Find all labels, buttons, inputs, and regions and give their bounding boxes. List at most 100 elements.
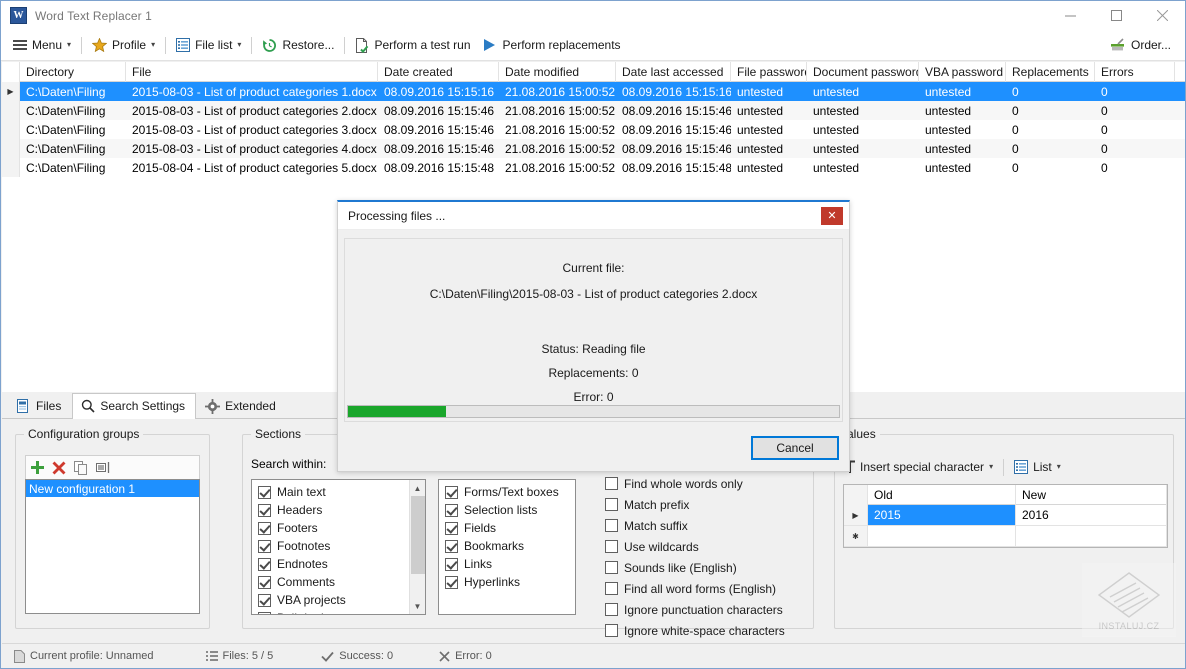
replacement-values-table[interactable]: Old New ▶ 2015 2016 ✱: [843, 484, 1168, 548]
checkbox-icon[interactable]: [605, 477, 618, 490]
checkbox-icon[interactable]: [258, 557, 271, 571]
column-header-date-created[interactable]: Date created: [378, 62, 499, 82]
search-option-0[interactable]: Find whole words only: [605, 473, 805, 494]
checkbox-icon[interactable]: [605, 540, 618, 553]
toolbar-profile-button[interactable]: Profile ▾: [86, 33, 161, 58]
column-header-new[interactable]: New: [1016, 485, 1167, 505]
toolbar-order-button[interactable]: Order...: [1104, 33, 1177, 58]
section-checkbox-a-1[interactable]: Headers: [252, 501, 408, 519]
values-cell-new[interactable]: 2016: [1016, 505, 1167, 525]
toolbar-file-list-button[interactable]: File list ▾: [170, 33, 247, 58]
search-option-5[interactable]: Find all word forms (English): [605, 578, 805, 599]
insert-special-character-button[interactable]: Insert special character ▾: [843, 455, 999, 480]
configuration-groups-list[interactable]: New configuration 1: [25, 479, 200, 614]
column-header-old[interactable]: Old: [868, 485, 1016, 505]
column-header-document-password[interactable]: Document password: [807, 62, 919, 82]
values-cell-old[interactable]: [868, 526, 1016, 546]
section-checkbox-b-5[interactable]: Hyperlinks: [439, 573, 575, 591]
delete-icon[interactable]: [48, 457, 70, 479]
scroll-up-icon[interactable]: ▲: [410, 480, 426, 496]
rename-icon[interactable]: [92, 457, 114, 479]
minimize-button[interactable]: [1047, 1, 1093, 30]
scrollbar-thumb[interactable]: [411, 496, 425, 574]
toolbar-perform-replacements-button[interactable]: Perform replacements: [477, 33, 627, 58]
checkbox-icon[interactable]: [258, 521, 271, 535]
column-header-replacements[interactable]: Replacements: [1006, 62, 1095, 82]
column-header-directory[interactable]: Directory: [20, 62, 126, 82]
checkbox-icon[interactable]: [445, 485, 458, 499]
search-option-7[interactable]: Ignore white-space characters: [605, 620, 805, 641]
checkbox-icon[interactable]: [258, 503, 271, 517]
close-button[interactable]: [1139, 1, 1185, 30]
section-checkbox-a-4[interactable]: Endnotes: [252, 555, 408, 573]
section-checkbox-a-6[interactable]: VBA projects: [252, 591, 408, 609]
search-option-3[interactable]: Use wildcards: [605, 536, 805, 557]
add-icon[interactable]: [26, 457, 48, 479]
section-checkbox-b-4[interactable]: Links: [439, 555, 575, 573]
checkbox-icon[interactable]: [445, 557, 458, 571]
toolbar-menu-button[interactable]: Menu ▾: [7, 33, 77, 58]
section-checkbox-a-7[interactable]: Built-in document prope: [252, 609, 408, 614]
values-cell-new[interactable]: [1016, 526, 1167, 546]
checkbox-icon[interactable]: [605, 624, 618, 637]
search-option-4[interactable]: Sounds like (English): [605, 557, 805, 578]
search-option-6[interactable]: Ignore punctuation characters: [605, 599, 805, 620]
checkbox-icon[interactable]: [605, 561, 618, 574]
table-cell: 08.09.2016 15:15:48: [384, 160, 495, 175]
table-row[interactable]: C:\Daten\Filing 2015-08-03 - List of prod…: [2, 101, 1185, 120]
checkbox-icon[interactable]: [258, 593, 271, 607]
column-header-errors[interactable]: Errors: [1095, 62, 1175, 82]
copy-icon[interactable]: [70, 457, 92, 479]
values-table-row[interactable]: ▶ 2015 2016: [844, 505, 1167, 526]
checkbox-icon[interactable]: [258, 539, 271, 553]
tab-files[interactable]: Files: [8, 393, 72, 418]
table-row[interactable]: C:\Daten\Filing 2015-08-04 - List of prod…: [2, 158, 1185, 177]
section-checkbox-b-2[interactable]: Fields: [439, 519, 575, 537]
tab-extended[interactable]: Extended: [196, 393, 287, 418]
maximize-button[interactable]: [1093, 1, 1139, 30]
checkbox-icon[interactable]: [605, 582, 618, 595]
search-option-2[interactable]: Match suffix: [605, 515, 805, 536]
checkbox-icon[interactable]: [258, 485, 271, 499]
scroll-down-icon[interactable]: ▼: [410, 598, 426, 614]
checkbox-icon[interactable]: [445, 539, 458, 553]
table-row[interactable]: C:\Daten\Filing 2015-08-03 - List of prod…: [2, 139, 1185, 158]
column-header-date-last-accessed[interactable]: Date last accessed: [616, 62, 731, 82]
checkbox-icon[interactable]: [258, 611, 271, 614]
column-header-date-modified[interactable]: Date modified: [499, 62, 616, 82]
cancel-button[interactable]: Cancel: [751, 436, 839, 460]
list-item[interactable]: New configuration 1: [26, 480, 199, 497]
values-cell-old[interactable]: 2015: [868, 505, 1016, 525]
checkbox-icon[interactable]: [445, 503, 458, 517]
section-checkbox-a-5[interactable]: Comments: [252, 573, 408, 591]
sections-checklist-1[interactable]: Main text Headers Footers Footnotes Endnotes…: [251, 479, 426, 615]
checkbox-icon[interactable]: [605, 603, 618, 616]
table-cell: 08.09.2016 15:15:16: [384, 84, 495, 99]
section-checkbox-b-3[interactable]: Bookmarks: [439, 537, 575, 555]
checkbox-icon[interactable]: [445, 575, 458, 589]
toolbar-test-run-button[interactable]: Perform a test run: [349, 33, 476, 58]
table-row[interactable]: ▶ C:\Daten\Filing 2015-08-03 - List of pro…: [2, 82, 1185, 101]
checkbox-icon[interactable]: [605, 519, 618, 532]
section-checkbox-a-2[interactable]: Footers: [252, 519, 408, 537]
values-table-row[interactable]: ✱: [844, 526, 1167, 547]
section-checkbox-a-0[interactable]: Main text: [252, 483, 408, 501]
sections-scrollbar[interactable]: ▲ ▼: [409, 480, 425, 614]
search-options-list[interactable]: Find whole words only Match prefix Match s…: [605, 473, 805, 641]
table-row[interactable]: C:\Daten\Filing 2015-08-03 - List of prod…: [2, 120, 1185, 139]
search-option-1[interactable]: Match prefix: [605, 494, 805, 515]
section-checkbox-a-3[interactable]: Footnotes: [252, 537, 408, 555]
column-header-file[interactable]: File: [126, 62, 378, 82]
values-list-button[interactable]: List ▾: [1008, 455, 1067, 480]
dialog-close-button[interactable]: ✕: [821, 206, 843, 225]
section-checkbox-b-0[interactable]: Forms/Text boxes: [439, 483, 575, 501]
sections-checklist-2[interactable]: Forms/Text boxes Selection lists Fields Boo…: [438, 479, 576, 615]
toolbar-restore-button[interactable]: Restore...: [256, 33, 340, 58]
tab-search-settings[interactable]: Search Settings: [72, 393, 197, 419]
checkbox-icon[interactable]: [258, 575, 271, 589]
column-header-file-password[interactable]: File password: [731, 62, 807, 82]
section-checkbox-b-1[interactable]: Selection lists: [439, 501, 575, 519]
checkbox-icon[interactable]: [445, 521, 458, 535]
column-header-vba-password[interactable]: VBA password: [919, 62, 1006, 82]
checkbox-icon[interactable]: [605, 498, 618, 511]
